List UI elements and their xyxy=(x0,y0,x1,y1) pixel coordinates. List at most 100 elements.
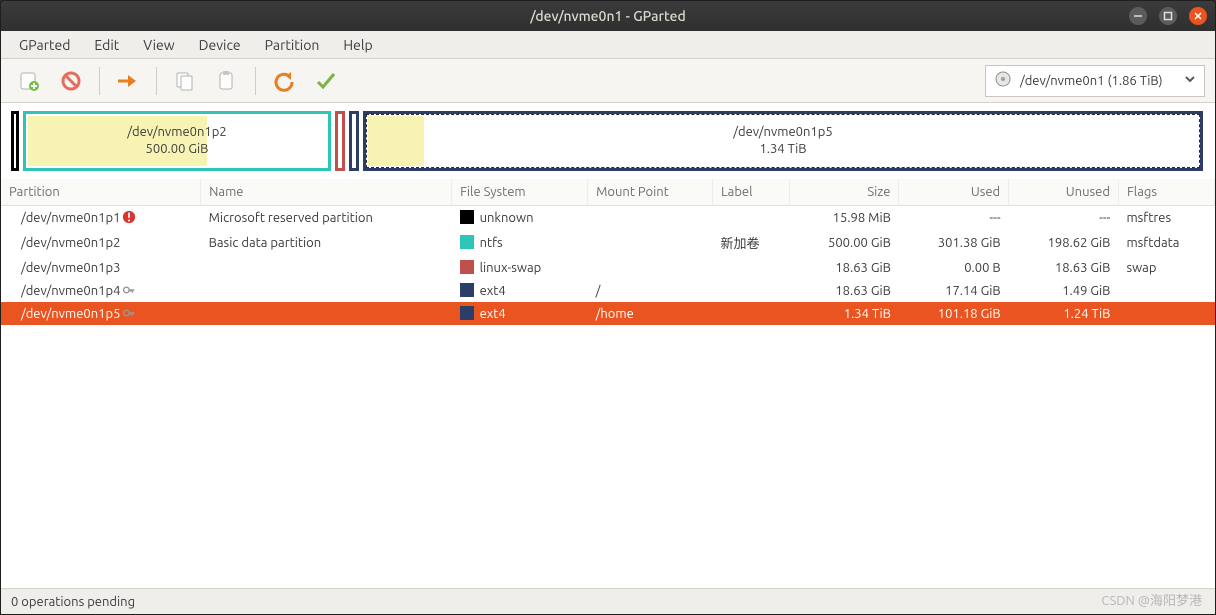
fs-color-swatch xyxy=(460,306,474,320)
cell-label xyxy=(713,302,790,325)
cell-name: Microsoft reserved partition xyxy=(201,206,452,230)
table-row[interactable]: /dev/nvme0n1p4 ext4/ 18.63 GiB17.14 GiB1.4… xyxy=(1,279,1215,302)
copy-button[interactable] xyxy=(167,63,203,99)
col-mount[interactable]: Mount Point xyxy=(588,179,713,206)
cell-used: 17.14 GiB xyxy=(899,279,1009,302)
cell-used: 101.18 GiB xyxy=(899,302,1009,325)
titlebar: /dev/nvme0n1 - GParted xyxy=(1,1,1215,31)
paste-button[interactable] xyxy=(209,63,245,99)
col-size[interactable]: Size xyxy=(789,179,899,206)
cell-label xyxy=(713,279,790,302)
cell-unused: 198.62 GiB xyxy=(1009,229,1119,256)
cell-flags xyxy=(1118,279,1214,302)
col-fs[interactable]: File System xyxy=(452,179,588,206)
cell-label xyxy=(713,256,790,279)
delete-partition-button[interactable] xyxy=(53,63,89,99)
cell-partition: /dev/nvme0n1p3 xyxy=(1,256,201,279)
cell-mount xyxy=(588,229,713,256)
cell-partition: /dev/nvme0n1p5 xyxy=(1,302,201,325)
disk-icon xyxy=(994,70,1012,91)
key-icon xyxy=(122,283,136,297)
cell-fs: ext4 xyxy=(452,279,588,302)
cell-label: 新加卷 xyxy=(713,229,790,256)
window-title: /dev/nvme0n1 - GParted xyxy=(1,8,1215,24)
partition-block[interactable]: /dev/nvme0n1p51.34 TiB xyxy=(363,111,1203,171)
cell-flags: msftdata xyxy=(1118,229,1214,256)
new-partition-button[interactable] xyxy=(11,63,47,99)
cell-unused: 1.24 TiB xyxy=(1009,302,1119,325)
cell-used: 0.00 B xyxy=(899,256,1009,279)
cell-name xyxy=(201,302,452,325)
col-partition[interactable]: Partition xyxy=(1,179,201,206)
table-row[interactable]: /dev/nvme0n1p1Microsoft reserved partiti… xyxy=(1,206,1215,230)
partition-usage-fill xyxy=(368,116,424,166)
cell-size: 1.34 TiB xyxy=(789,302,899,325)
col-used[interactable]: Used xyxy=(899,179,1009,206)
cell-name: Basic data partition xyxy=(201,229,452,256)
cell-label xyxy=(713,206,790,230)
fs-color-swatch xyxy=(460,210,474,224)
cell-fs: ext4 xyxy=(452,302,588,325)
cell-flags: msftres xyxy=(1118,206,1214,230)
cell-mount: /home xyxy=(588,302,713,325)
apply-button[interactable] xyxy=(308,63,344,99)
table-header-row: Partition Name File System Mount Point L… xyxy=(1,179,1215,206)
statusbar: 0 operations pending xyxy=(1,588,1215,614)
menubar: GPartedEditViewDevicePartitionHelp xyxy=(1,31,1215,59)
table-row[interactable]: /dev/nvme0n1p2Basic data partitionntfs新加… xyxy=(1,229,1215,256)
fs-color-swatch xyxy=(460,283,474,297)
menu-gparted[interactable]: GParted xyxy=(9,33,80,57)
warning-icon xyxy=(122,210,136,224)
cell-size: 15.98 MiB xyxy=(789,206,899,230)
menu-help[interactable]: Help xyxy=(333,33,382,57)
cell-flags: swap xyxy=(1118,256,1214,279)
table-row[interactable]: /dev/nvme0n1p5 ext4/home 1.34 TiB101.18 Gi… xyxy=(1,302,1215,325)
cell-partition: /dev/nvme0n1p4 xyxy=(1,279,201,302)
cell-used: --- xyxy=(899,206,1009,230)
toolbar-separator xyxy=(255,67,256,95)
toolbar: /dev/nvme0n1 (1.86 TiB) xyxy=(1,59,1215,103)
cell-size: 18.63 GiB xyxy=(789,279,899,302)
cell-used: 301.38 GiB xyxy=(899,229,1009,256)
device-selector[interactable]: /dev/nvme0n1 (1.86 TiB) xyxy=(985,65,1205,97)
partition-block[interactable] xyxy=(349,111,359,171)
cell-mount xyxy=(588,206,713,230)
cell-size: 500.00 GiB xyxy=(789,229,899,256)
cell-fs: linux-swap xyxy=(452,256,588,279)
menu-partition[interactable]: Partition xyxy=(255,33,330,57)
cell-unused: 1.49 GiB xyxy=(1009,279,1119,302)
cell-name xyxy=(201,256,452,279)
fs-color-swatch xyxy=(460,235,474,249)
toolbar-separator xyxy=(156,67,157,95)
device-selector-label: /dev/nvme0n1 (1.86 TiB) xyxy=(1020,74,1163,88)
table-row[interactable]: /dev/nvme0n1p3 linux-swap 18.63 GiB0.00 B1… xyxy=(1,256,1215,279)
menu-edit[interactable]: Edit xyxy=(84,33,129,57)
partition-table: Partition Name File System Mount Point L… xyxy=(1,179,1215,588)
partition-block[interactable]: /dev/nvme0n1p2500.00 GiB xyxy=(23,111,331,171)
toolbar-separator xyxy=(99,67,100,95)
key-icon xyxy=(122,306,136,320)
undo-button[interactable] xyxy=(266,63,302,99)
cell-size: 18.63 GiB xyxy=(789,256,899,279)
menu-device[interactable]: Device xyxy=(189,33,251,57)
status-text: 0 operations pending xyxy=(11,595,135,609)
cell-mount xyxy=(588,256,713,279)
cell-name xyxy=(201,279,452,302)
col-name[interactable]: Name xyxy=(201,179,452,206)
resize-move-button[interactable] xyxy=(110,63,146,99)
col-label[interactable]: Label xyxy=(713,179,790,206)
watermark: CSDN @海阳梦港 xyxy=(1101,590,1202,609)
partition-block[interactable] xyxy=(335,111,345,171)
col-flags[interactable]: Flags xyxy=(1118,179,1214,206)
app-window: /dev/nvme0n1 - GParted GPartedEditViewDe… xyxy=(0,0,1216,615)
cell-mount: / xyxy=(588,279,713,302)
menu-view[interactable]: View xyxy=(133,33,184,57)
cell-partition: /dev/nvme0n1p1 xyxy=(1,206,201,230)
partition-map: /dev/nvme0n1p2500.00 GiB/dev/nvme0n1p51.… xyxy=(1,103,1215,179)
partition-block[interactable] xyxy=(11,111,19,171)
col-unused[interactable]: Unused xyxy=(1009,179,1119,206)
cell-fs: ntfs xyxy=(452,229,588,256)
fs-color-swatch xyxy=(460,260,474,274)
cell-flags xyxy=(1118,302,1214,325)
cell-unused: 18.63 GiB xyxy=(1009,256,1119,279)
